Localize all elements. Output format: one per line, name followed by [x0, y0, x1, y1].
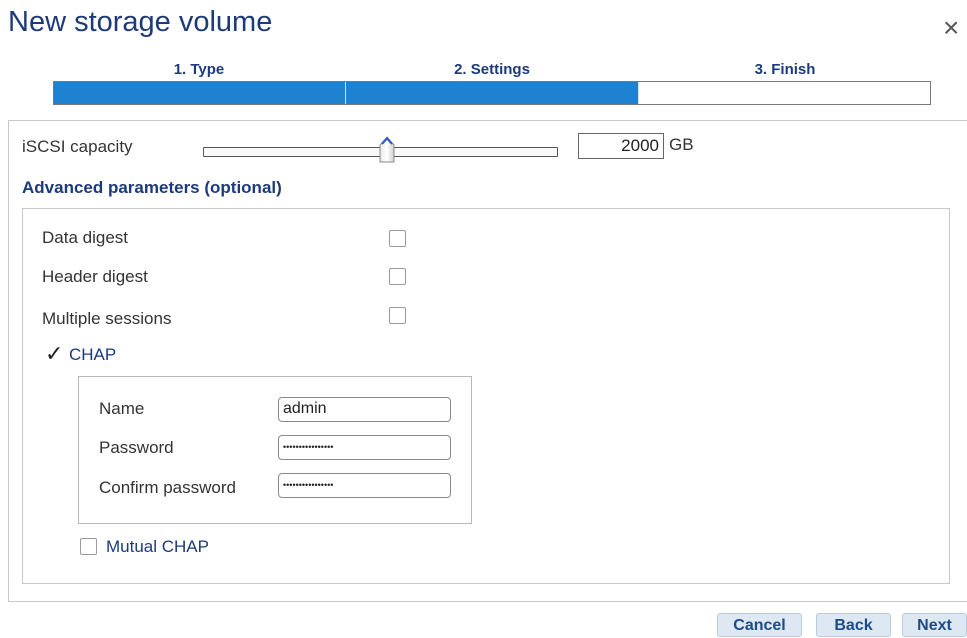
close-icon[interactable]: ×: [943, 14, 959, 42]
header-digest-checkbox[interactable]: [389, 268, 406, 285]
cancel-button[interactable]: Cancel: [717, 613, 802, 637]
capacity-unit: GB: [669, 135, 694, 154]
chap-label: CHAP: [69, 345, 117, 364]
progress-segment-type: [54, 82, 347, 104]
advanced-parameters-heading: Advanced parameters (optional): [22, 178, 282, 197]
multiple-sessions-label: Multiple sessions: [42, 309, 172, 328]
progress-segment-finish: [639, 82, 930, 104]
step-finish-label: 3. Finish: [754, 61, 816, 78]
mutual-chap-checkbox[interactable]: [80, 538, 97, 555]
chap-name-input[interactable]: admin: [278, 397, 451, 422]
step-type-label: 1. Type: [173, 61, 225, 78]
multiple-sessions-checkbox[interactable]: [389, 307, 406, 324]
progress-segment-settings: [346, 82, 639, 104]
step-settings-label: 2. Settings: [454, 61, 530, 78]
chap-name-label: Name: [99, 399, 145, 418]
capacity-label: iSCSI capacity: [22, 137, 133, 156]
wizard-progress-bar: [53, 81, 931, 105]
data-digest-label: Data digest: [42, 228, 128, 247]
data-digest-checkbox[interactable]: [389, 230, 406, 247]
chap-password-input[interactable]: ••••••••••••••••: [278, 435, 451, 460]
header-digest-label: Header digest: [42, 267, 148, 286]
mutual-chap-label: Mutual CHAP: [106, 537, 209, 556]
chap-confirm-password-label: Confirm password: [99, 478, 236, 497]
chap-check-icon[interactable]: ✓: [45, 343, 63, 365]
chap-confirm-password-input[interactable]: ••••••••••••••••: [278, 473, 451, 498]
chap-password-label: Password: [99, 438, 174, 457]
back-button[interactable]: Back: [816, 613, 891, 637]
capacity-input[interactable]: 2000: [578, 133, 664, 159]
capacity-slider-thumb[interactable]: [378, 136, 396, 164]
next-button[interactable]: Next: [902, 613, 967, 637]
dialog-title: New storage volume: [8, 6, 273, 38]
